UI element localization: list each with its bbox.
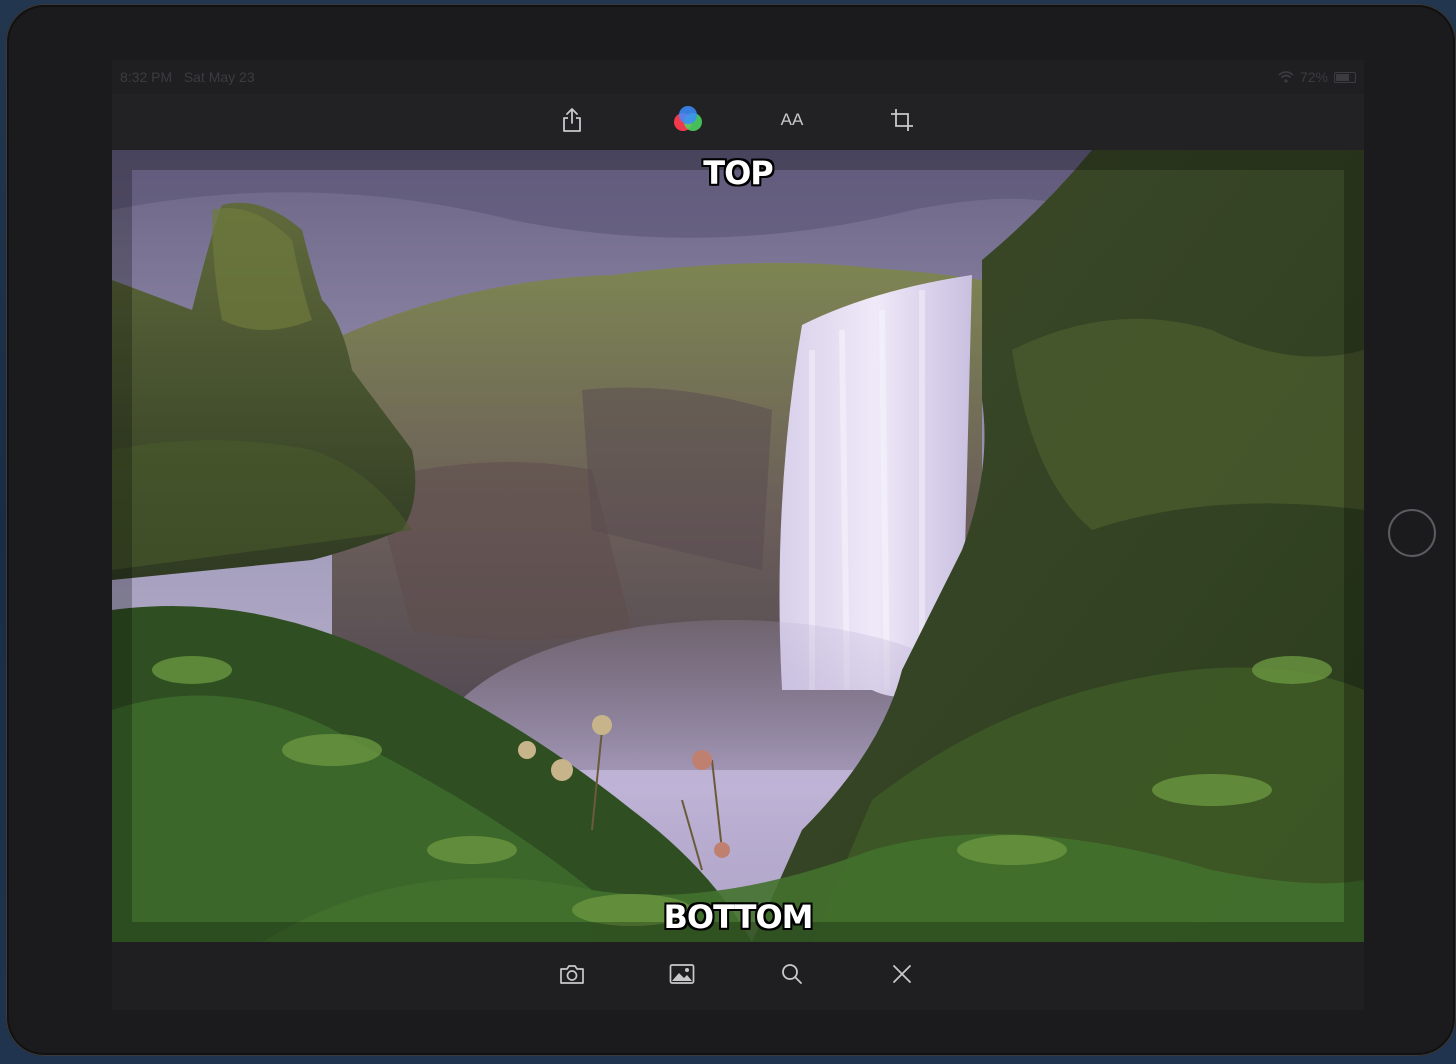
ipad-frame: 8:32 PM Sat May 23 72% AA TOP BOTTOM <box>6 4 1456 1056</box>
meme-bottom-text[interactable]: BOTTOM <box>112 898 1364 936</box>
share-icon <box>563 108 581 132</box>
battery-icon <box>1334 71 1356 83</box>
status-time: 8:32 PM <box>120 69 173 85</box>
meme-image[interactable]: TOP BOTTOM <box>112 150 1364 942</box>
text-size-icon: AA <box>780 110 804 129</box>
home-button[interactable] <box>1388 509 1436 557</box>
screen: 8:32 PM Sat May 23 72% AA TOP BOTTOM <box>112 60 1364 1010</box>
battery-percent: 72% <box>1299 69 1328 85</box>
status-bar: 8:32 PM Sat May 23 72% <box>112 60 1364 94</box>
text-size-button[interactable]: AA <box>774 102 810 138</box>
status-indicators: 72% <box>1278 69 1356 85</box>
search-button[interactable] <box>774 956 810 992</box>
share-button[interactable] <box>554 102 590 138</box>
color-filter-icon <box>674 106 702 131</box>
meme-top-text[interactable]: TOP <box>112 154 1364 192</box>
crop-icon <box>891 109 913 131</box>
crop-button[interactable] <box>884 102 920 138</box>
photo-library-button[interactable] <box>664 956 700 992</box>
camera-icon <box>560 965 584 984</box>
wifi-icon <box>1278 71 1294 83</box>
filters-button[interactable] <box>670 102 706 138</box>
photo-icon <box>669 964 695 984</box>
waterfall-photo <box>112 150 1364 942</box>
status-date: Sat May 23 <box>183 69 255 85</box>
close-button[interactable] <box>884 956 920 992</box>
search-icon <box>782 964 802 984</box>
status-datetime: 8:32 PM Sat May 23 <box>120 69 255 85</box>
bottom-toolbar <box>112 942 1364 1010</box>
camera-button[interactable] <box>554 956 590 992</box>
top-toolbar: AA <box>112 94 1364 150</box>
close-icon <box>893 965 911 983</box>
